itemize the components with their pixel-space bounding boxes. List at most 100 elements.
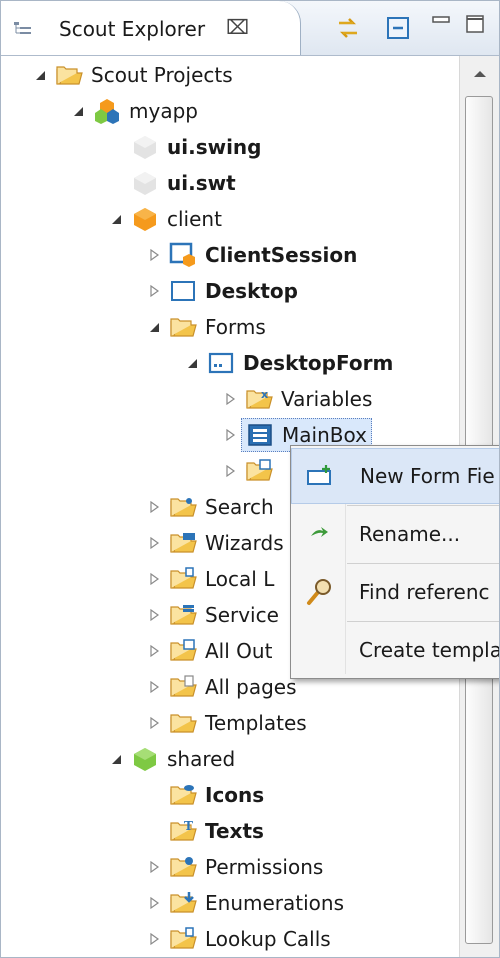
tree-node[interactable] bbox=[221, 453, 281, 489]
tree-node[interactable]: All Out bbox=[145, 633, 272, 669]
collapse-all-icon[interactable] bbox=[385, 15, 411, 41]
form-icon bbox=[207, 349, 235, 377]
tree-node-content: Wizards bbox=[169, 527, 284, 559]
tree-node-content: Desktop bbox=[169, 275, 298, 307]
tree-node-label: Service bbox=[205, 603, 279, 627]
collapsed-arrow-icon[interactable] bbox=[221, 381, 239, 417]
tree-node[interactable]: Icons bbox=[145, 777, 264, 813]
context-menu-item[interactable]: New Form Fie bbox=[291, 448, 499, 504]
tree-node[interactable]: All pages bbox=[145, 669, 297, 705]
tree-node-content: myapp bbox=[93, 95, 198, 127]
folder-open-icon bbox=[169, 709, 197, 737]
context-menu-item[interactable]: Find referenc bbox=[291, 564, 499, 620]
tree-node[interactable]: DesktopForm bbox=[183, 345, 393, 381]
tree-node-label: Search bbox=[205, 495, 274, 519]
tree-node-content: Templates bbox=[169, 707, 307, 739]
collapsed-arrow-icon[interactable] bbox=[221, 417, 239, 453]
services-folder-icon bbox=[169, 601, 197, 629]
tree-node-content bbox=[245, 455, 281, 487]
mainbox-icon bbox=[246, 421, 274, 449]
tree-node[interactable]: myapp bbox=[69, 93, 198, 129]
tree-node[interactable]: x Variables bbox=[221, 381, 372, 417]
tree-node[interactable]: Scout Projects bbox=[31, 57, 233, 93]
collapsed-arrow-icon[interactable] bbox=[145, 633, 163, 669]
tree-node-content: Service bbox=[169, 599, 279, 631]
tree-node[interactable]: Local L bbox=[145, 561, 274, 597]
collapsed-arrow-icon[interactable] bbox=[145, 849, 163, 885]
minimize-icon[interactable] bbox=[429, 11, 455, 37]
tree-node[interactable]: Desktop bbox=[145, 273, 298, 309]
rename-icon bbox=[305, 520, 333, 548]
context-menu-item[interactable]: Rename... bbox=[291, 506, 499, 562]
tree-node[interactable]: ui.swing bbox=[107, 129, 261, 165]
tree-node[interactable]: Search bbox=[145, 489, 274, 525]
svg-text:x: x bbox=[261, 388, 268, 401]
folder-open-icon bbox=[169, 313, 197, 341]
permissions-folder-icon bbox=[169, 853, 197, 881]
tree-node[interactable]: shared bbox=[107, 741, 235, 777]
expanded-arrow-icon[interactable] bbox=[107, 741, 125, 777]
view-toolbar: Scout Explorer ⌧ bbox=[1, 1, 499, 56]
collapsed-arrow-icon[interactable] bbox=[145, 561, 163, 597]
tree-node[interactable]: Forms bbox=[145, 309, 266, 345]
collapsed-arrow-icon[interactable] bbox=[145, 669, 163, 705]
tree-node[interactable]: client bbox=[107, 201, 222, 237]
tree-node-label: client bbox=[167, 207, 222, 231]
tree-node-content: T Texts bbox=[169, 815, 264, 847]
tree-node-content: All pages bbox=[169, 671, 297, 703]
view-tab[interactable]: Scout Explorer ⌧ bbox=[1, 1, 301, 55]
collapsed-arrow-icon[interactable] bbox=[145, 237, 163, 273]
tree-node[interactable]: Wizards bbox=[145, 525, 284, 561]
expanded-arrow-icon[interactable] bbox=[107, 201, 125, 237]
view-title: Scout Explorer bbox=[59, 17, 206, 41]
tree-node[interactable]: ClientSession bbox=[145, 237, 357, 273]
tree-node[interactable]: Permissions bbox=[145, 849, 323, 885]
close-icon[interactable]: ⌧ bbox=[226, 15, 249, 39]
tree-node-content: Local L bbox=[169, 563, 274, 595]
context-menu-label: Create templa bbox=[359, 638, 500, 662]
collapsed-arrow-icon[interactable] bbox=[221, 453, 239, 489]
collapsed-arrow-icon[interactable] bbox=[145, 885, 163, 921]
collapsed-arrow-icon[interactable] bbox=[145, 489, 163, 525]
variables-folder-icon: x bbox=[245, 385, 273, 413]
ui-bundle-icon bbox=[131, 169, 159, 197]
outlines-folder-icon bbox=[169, 637, 197, 665]
tree-node-label: ui.swing bbox=[167, 135, 262, 159]
tree-node[interactable]: T Texts bbox=[145, 813, 264, 849]
tree-node[interactable]: Templates bbox=[145, 705, 307, 741]
maximize-icon[interactable] bbox=[463, 11, 489, 37]
expanded-arrow-icon[interactable] bbox=[31, 57, 49, 93]
menu-icon-placeholder bbox=[305, 636, 333, 664]
lookup-folder-icon bbox=[169, 925, 197, 953]
tree-node[interactable]: Service bbox=[145, 597, 279, 633]
collapsed-arrow-icon[interactable] bbox=[145, 705, 163, 741]
tree-node[interactable]: Lookup Calls bbox=[145, 921, 331, 957]
chevron-up-icon bbox=[474, 71, 486, 77]
collapsed-arrow-icon[interactable] bbox=[145, 597, 163, 633]
tree-node-label: shared bbox=[167, 747, 236, 771]
tree-node-content: Lookup Calls bbox=[169, 923, 331, 955]
tree-node-label: ui.swt bbox=[167, 171, 236, 195]
expanded-arrow-icon[interactable] bbox=[69, 93, 87, 129]
expanded-arrow-icon[interactable] bbox=[145, 309, 163, 345]
tree-node-label: myapp bbox=[129, 99, 198, 123]
tree-node-label: Icons bbox=[205, 783, 265, 807]
link-with-editor-icon[interactable] bbox=[335, 15, 361, 41]
scroll-up-button[interactable] bbox=[460, 56, 499, 92]
ui-bundle-icon bbox=[131, 133, 159, 161]
context-menu-item[interactable]: Create templa bbox=[291, 622, 500, 678]
context-menu-label: New Form Fie bbox=[360, 464, 495, 488]
collapsed-arrow-icon[interactable] bbox=[145, 273, 163, 309]
tree-node-content: DesktopForm bbox=[207, 347, 393, 379]
tree-node-content: ClientSession bbox=[169, 239, 357, 271]
expanded-arrow-icon[interactable] bbox=[183, 345, 201, 381]
collapsed-arrow-icon[interactable] bbox=[145, 525, 163, 561]
collapsed-arrow-icon[interactable] bbox=[145, 921, 163, 957]
search-folder-icon bbox=[169, 493, 197, 521]
tree-node-content: Forms bbox=[169, 311, 266, 343]
tree-node[interactable]: Enumerations bbox=[145, 885, 344, 921]
tree-node[interactable]: ui.swt bbox=[107, 165, 236, 201]
tree-node-label: Wizards bbox=[205, 531, 284, 555]
shared-bundle-icon bbox=[131, 745, 159, 773]
